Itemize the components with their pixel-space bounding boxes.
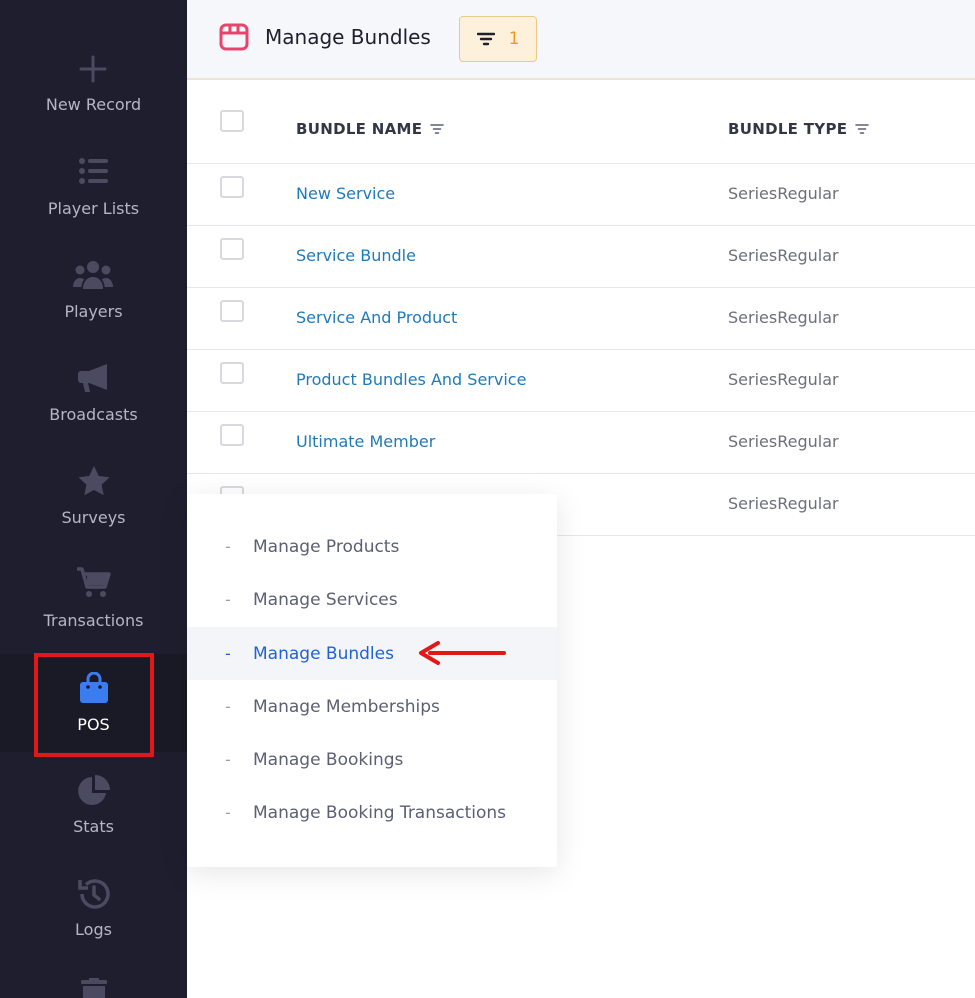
filter-count-badge: 1 xyxy=(508,29,520,49)
bundle-type-cell: SeriesRegular xyxy=(728,308,839,327)
sidebar-item-label: Stats xyxy=(73,817,114,836)
menu-item-manage-bookings[interactable]: - Manage Bookings xyxy=(187,733,557,786)
bundle-type-cell: SeriesRegular xyxy=(728,370,839,389)
sidebar-item-label: Surveys xyxy=(61,508,126,527)
header: Manage Bundles 1 xyxy=(187,0,975,80)
sidebar-item-players[interactable]: Players xyxy=(0,247,187,350)
column-header-label: BUNDLE NAME xyxy=(296,120,423,138)
menu-item-label: Manage Booking Transactions xyxy=(253,802,507,823)
bundle-box-icon xyxy=(219,23,249,51)
pie-chart-icon xyxy=(78,775,110,805)
menu-item-manage-memberships[interactable]: - Manage Memberships xyxy=(187,680,557,733)
bundle-name-link[interactable]: Ultimate Member xyxy=(296,432,435,451)
menu-item-manage-services[interactable]: - Manage Services xyxy=(187,573,557,626)
column-header-bundle-type[interactable]: BUNDLE TYPE xyxy=(728,120,870,138)
menu-item-dash: - xyxy=(225,803,231,822)
menu-item-dash: - xyxy=(225,590,231,609)
sidebar-item-trash[interactable] xyxy=(0,968,187,998)
plus-icon xyxy=(79,55,107,83)
sidebar-item-label: Player Lists xyxy=(47,199,140,218)
column-header-label: BUNDLE TYPE xyxy=(728,120,848,138)
menu-item-label: Manage Bookings xyxy=(253,749,404,770)
row-checkbox[interactable] xyxy=(220,424,244,446)
bundle-type-cell: SeriesRegular xyxy=(728,246,839,265)
row-checkbox[interactable] xyxy=(220,238,244,260)
bundle-name-link[interactable]: Product Bundles And Service xyxy=(296,370,526,389)
sidebar-item-label: Transactions xyxy=(43,611,144,630)
pos-submenu: - Manage Products - Manage Services - Ma… xyxy=(187,494,557,867)
menu-item-label: Manage Products xyxy=(253,536,400,557)
users-icon xyxy=(73,261,113,289)
row-checkbox[interactable] xyxy=(220,362,244,384)
table-header: BUNDLE NAME BUNDLE TYPE xyxy=(187,86,975,164)
sidebar-item-logs[interactable]: Logs xyxy=(0,865,187,968)
pos-highlight-box xyxy=(34,653,154,757)
sidebar: New Record Player Lists Players Broadcas… xyxy=(0,0,187,998)
sidebar-item-new-record[interactable]: New Record xyxy=(0,40,187,143)
menu-item-dash: - xyxy=(225,644,231,663)
menu-item-label: Manage Memberships xyxy=(253,696,440,717)
row-checkbox[interactable] xyxy=(220,176,244,198)
sidebar-item-stats[interactable]: Stats xyxy=(0,762,187,865)
bundle-type-cell: SeriesRegular xyxy=(728,432,839,451)
menu-item-dash: - xyxy=(225,697,231,716)
bundle-type-cell: SeriesRegular xyxy=(728,494,839,513)
table-row: Service And Product SeriesRegular xyxy=(187,288,975,350)
column-header-bundle-name[interactable]: BUNDLE NAME xyxy=(296,120,445,138)
star-icon xyxy=(78,466,110,496)
sidebar-item-label: Broadcasts xyxy=(49,405,138,424)
menu-item-dash: - xyxy=(225,537,231,556)
select-all-checkbox[interactable] xyxy=(220,110,244,132)
sidebar-item-transactions[interactable]: Transactions xyxy=(0,556,187,659)
table-row: Product Bundles And Service SeriesRegula… xyxy=(187,350,975,412)
menu-item-manage-booking-transactions[interactable]: - Manage Booking Transactions xyxy=(187,786,557,839)
sidebar-item-label: Players xyxy=(64,302,123,321)
sidebar-item-label: New Record xyxy=(45,95,142,114)
bundle-name-link[interactable]: New Service xyxy=(296,184,395,203)
cart-icon xyxy=(77,567,111,597)
sidebar-item-surveys[interactable]: Surveys xyxy=(0,453,187,556)
sidebar-item-broadcasts[interactable]: Broadcasts xyxy=(0,350,187,453)
sort-filter-icon[interactable] xyxy=(855,123,870,135)
sort-filter-icon[interactable] xyxy=(430,123,445,135)
list-icon xyxy=(79,158,108,184)
bundle-name-link[interactable]: Service Bundle xyxy=(296,246,416,265)
row-checkbox[interactable] xyxy=(220,300,244,322)
bundle-type-cell: SeriesRegular xyxy=(728,184,839,203)
filter-button[interactable]: 1 xyxy=(459,16,537,62)
bundles-table: BUNDLE NAME BUNDLE TYPE New Service Seri… xyxy=(187,86,975,536)
menu-item-manage-products[interactable]: - Manage Products xyxy=(187,520,557,573)
page-title: Manage Bundles xyxy=(265,25,431,49)
table-row: New Service SeriesRegular xyxy=(187,164,975,226)
table-row: Ultimate Member SeriesRegular xyxy=(187,412,975,474)
filter-icon xyxy=(476,32,495,46)
bundle-name-link[interactable]: Service And Product xyxy=(296,308,457,327)
history-icon xyxy=(78,879,110,909)
menu-item-dash: - xyxy=(225,750,231,769)
trash-icon xyxy=(81,978,107,998)
arrow-left-icon xyxy=(419,641,506,665)
menu-item-label: Manage Services xyxy=(253,589,398,610)
megaphone-icon xyxy=(78,364,107,392)
table-row: Service Bundle SeriesRegular xyxy=(187,226,975,288)
sidebar-item-player-lists[interactable]: Player Lists xyxy=(0,144,187,247)
menu-item-label: Manage Bundles xyxy=(253,643,394,664)
sidebar-item-label: Logs xyxy=(75,920,112,939)
